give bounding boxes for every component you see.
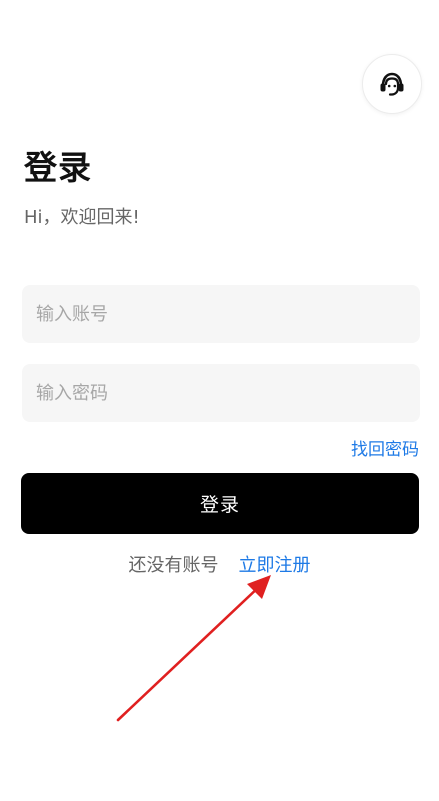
- login-screen: 登录 Hi，欢迎回来! 找回密码 登录 还没有账号 立即注册: [0, 0, 439, 801]
- customer-service-icon: [380, 72, 404, 96]
- password-input[interactable]: [22, 364, 420, 422]
- annotation-arrow-line: [116, 582, 264, 722]
- no-account-label: 还没有账号: [128, 555, 219, 576]
- welcome-subtitle: Hi，欢迎回来!: [24, 207, 140, 228]
- account-input[interactable]: [22, 285, 420, 343]
- customer-service-button[interactable]: [362, 54, 422, 114]
- register-row: 还没有账号 立即注册: [0, 553, 439, 579]
- page-title: 登录: [24, 148, 92, 187]
- register-link[interactable]: 立即注册: [239, 553, 311, 579]
- forgot-password-link[interactable]: 找回密码: [351, 438, 419, 462]
- login-button[interactable]: 登录: [21, 473, 419, 534]
